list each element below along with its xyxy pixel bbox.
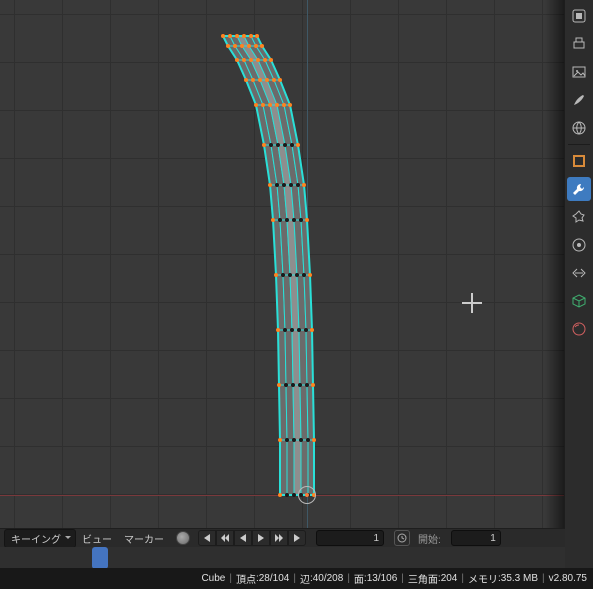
status-faces-label: 面 xyxy=(354,571,364,586)
brush-icon[interactable] xyxy=(567,88,591,112)
timeline-menu-marker[interactable]: マーカー xyxy=(118,531,170,546)
status-verts-label: 頂点 xyxy=(236,571,256,586)
world-icon[interactable] xyxy=(567,116,591,140)
physics-icon[interactable] xyxy=(567,233,591,257)
frame-start-label: 開始: xyxy=(418,531,441,546)
status-mem: 35.3 MB xyxy=(501,573,538,584)
mesh-data-icon[interactable] xyxy=(567,289,591,313)
jump-last-button[interactable] xyxy=(288,530,306,546)
object-icon[interactable] xyxy=(567,149,591,173)
timeline-header: キーイング ビュー マーカー 1 開始: 1 xyxy=(0,529,565,547)
jump-next-key-button[interactable] xyxy=(270,530,288,546)
status-verts: 28/104 xyxy=(259,573,290,584)
status-edges-label: 辺 xyxy=(300,571,310,586)
jump-first-button[interactable] xyxy=(198,530,216,546)
timeline-playhead[interactable] xyxy=(92,547,108,569)
printer-icon[interactable] xyxy=(567,32,591,56)
status-edges: 40/208 xyxy=(313,573,344,584)
timeline-track[interactable] xyxy=(0,547,565,569)
origin-3d-cursor xyxy=(298,486,316,504)
playback-controls xyxy=(198,530,306,546)
frame-start-field[interactable]: 1 xyxy=(451,530,501,546)
time-mode-toggle[interactable] xyxy=(394,530,410,546)
viewport-3d[interactable] xyxy=(0,0,565,530)
constraint-icon[interactable] xyxy=(567,261,591,285)
status-faces: 13/106 xyxy=(367,573,398,584)
output-icon[interactable] xyxy=(567,4,591,28)
status-object: Cube xyxy=(201,573,225,584)
play-reverse-button[interactable] xyxy=(234,530,252,546)
timeline-menu-view[interactable]: ビュー xyxy=(76,531,118,546)
status-bar: Cube | 頂点:28/104 | 辺:40/208 | 面:13/106 |… xyxy=(0,568,593,589)
status-tris: 204 xyxy=(441,573,458,584)
properties-tab-bar xyxy=(564,0,593,568)
mesh-svg xyxy=(0,0,565,530)
auto-key-record-button[interactable] xyxy=(176,531,190,545)
jump-prev-key-button[interactable] xyxy=(216,530,234,546)
keying-set-dropdown[interactable]: キーイング xyxy=(4,529,76,548)
current-frame-field[interactable]: 1 xyxy=(316,530,384,546)
status-mem-label: メモリ xyxy=(468,571,498,586)
material-icon[interactable] xyxy=(567,317,591,341)
status-tris-label: 三角面 xyxy=(408,571,438,586)
image-icon[interactable] xyxy=(567,60,591,84)
mesh-overlay xyxy=(0,0,565,530)
timeline[interactable]: キーイング ビュー マーカー 1 開始: 1 xyxy=(0,528,565,569)
status-version: v2.80.75 xyxy=(549,573,587,584)
play-button[interactable] xyxy=(252,530,270,546)
cursor-crosshair xyxy=(462,293,482,313)
particles-icon[interactable] xyxy=(567,205,591,229)
wrench-icon[interactable] xyxy=(567,177,591,201)
